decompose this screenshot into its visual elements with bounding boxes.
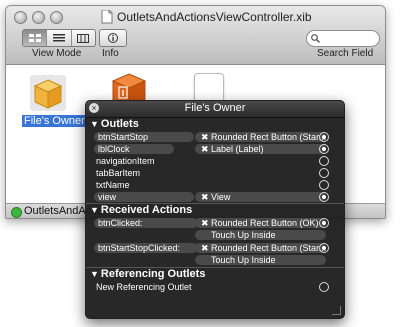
outlet-row[interactable]: lblClock ✖ Label (Label) — [86, 143, 344, 155]
action-name: btnClicked: — [98, 218, 143, 228]
action-name: btnStartStopClicked: — [98, 243, 181, 253]
disclosure-triangle-icon[interactable]: ▼ — [90, 269, 99, 279]
disconnect-icon[interactable]: ✖ — [201, 191, 209, 203]
icon-view-button[interactable] — [23, 30, 48, 46]
connection-target: Rounded Rect Button (Star... — [211, 132, 327, 142]
connections-panel: × File's Owner ▼ Outlets btnStartStop ✖ R… — [85, 100, 345, 319]
info-label: Info — [102, 48, 119, 59]
connection-event: Touch Up Inside — [211, 255, 276, 265]
connection-target: Rounded Rect Button (Star... — [211, 243, 327, 253]
disclosure-triangle-icon[interactable]: ▼ — [90, 205, 99, 215]
disconnect-icon[interactable]: ✖ — [201, 131, 209, 143]
outlet-name: view — [98, 192, 117, 202]
search-icon — [311, 34, 320, 43]
disclosure-triangle-icon[interactable]: ▼ — [90, 119, 99, 129]
outlet-name: btnStartStop — [98, 132, 149, 142]
connection-dot-icon[interactable] — [319, 243, 329, 253]
outlet-row[interactable]: view ✖ View — [86, 191, 344, 203]
info-icon — [108, 33, 118, 43]
connections-panel-titlebar[interactable]: × File's Owner — [86, 101, 344, 118]
list-icon — [52, 34, 65, 42]
connection-dot-icon[interactable] — [319, 218, 329, 228]
search-field[interactable] — [306, 30, 380, 47]
outlet-name: tabBarItem — [96, 168, 141, 178]
grid-icon — [28, 34, 41, 42]
outlet-row[interactable]: txtName — [86, 179, 344, 191]
disconnect-icon[interactable]: ✖ — [201, 242, 209, 254]
connection-dot-icon[interactable] — [319, 156, 329, 166]
connection-target: View — [211, 192, 231, 202]
connection-dot-icon[interactable] — [319, 144, 329, 154]
list-view-button[interactable] — [47, 30, 72, 46]
outlet-name: txtName — [96, 180, 130, 190]
view-mode-label: View Mode — [32, 48, 82, 59]
connections-panel-title: File's Owner — [184, 102, 246, 114]
referencing-outlet-name: New Referencing Outlet — [96, 282, 192, 292]
columns-icon — [77, 33, 90, 43]
files-owner-cube-icon[interactable] — [34, 79, 62, 109]
outlet-name: lblClock — [98, 144, 130, 154]
zoom-window-button[interactable] — [50, 11, 63, 24]
connection-event: Touch Up Inside — [211, 230, 276, 240]
close-window-button[interactable] — [14, 11, 27, 24]
search-field-label: Search Field — [317, 48, 374, 59]
connection-dot-icon[interactable] — [319, 168, 329, 178]
disconnect-icon[interactable]: ✖ — [201, 143, 209, 155]
referencing-outlet-row[interactable]: New Referencing Outlet — [86, 281, 344, 293]
action-row[interactable]: btnStartStopClicked: ✖ Rounded Rect Butt… — [86, 242, 344, 267]
outlet-row[interactable]: navigationItem — [86, 155, 344, 167]
project-status-icon — [11, 207, 22, 218]
outlet-row[interactable]: tabBarItem — [86, 167, 344, 179]
referencing-outlets-section-header[interactable]: ▼ Referencing Outlets — [86, 268, 344, 281]
files-owner-label[interactable]: File's Owner — [22, 115, 87, 127]
outlet-row[interactable]: btnStartStop ✖ Rounded Rect Button (Star… — [86, 131, 344, 143]
outlets-section-header[interactable]: ▼ Outlets — [86, 118, 344, 131]
column-view-button[interactable] — [72, 30, 95, 46]
connection-dot-icon[interactable] — [319, 180, 329, 190]
connection-target: Label (Label) — [211, 144, 264, 154]
action-row[interactable]: btnClicked: ✖ Rounded Rect Button (OK) T… — [86, 217, 344, 242]
resize-handle[interactable] — [332, 306, 341, 315]
window-toolbar: OutletsAndActionsViewController.xib View… — [6, 6, 385, 65]
connection-dot-icon[interactable] — [319, 282, 329, 292]
window-title: OutletsAndActionsViewController.xib — [117, 10, 312, 24]
view-mode-control[interactable] — [22, 29, 96, 47]
connection-dot-icon[interactable] — [319, 132, 329, 142]
info-button[interactable] — [99, 29, 127, 47]
connection-target: Rounded Rect Button (OK) — [211, 218, 319, 228]
outlet-name: navigationItem — [96, 156, 155, 166]
received-actions-section-header[interactable]: ▼ Received Actions — [86, 204, 344, 217]
disconnect-icon[interactable]: ✖ — [201, 217, 209, 229]
connection-dot-icon[interactable] — [319, 192, 329, 202]
xib-document-icon — [101, 10, 113, 24]
minimize-window-button[interactable] — [32, 11, 45, 24]
connections-list: ▼ Outlets btnStartStop ✖ Rounded Rect But… — [86, 118, 344, 293]
